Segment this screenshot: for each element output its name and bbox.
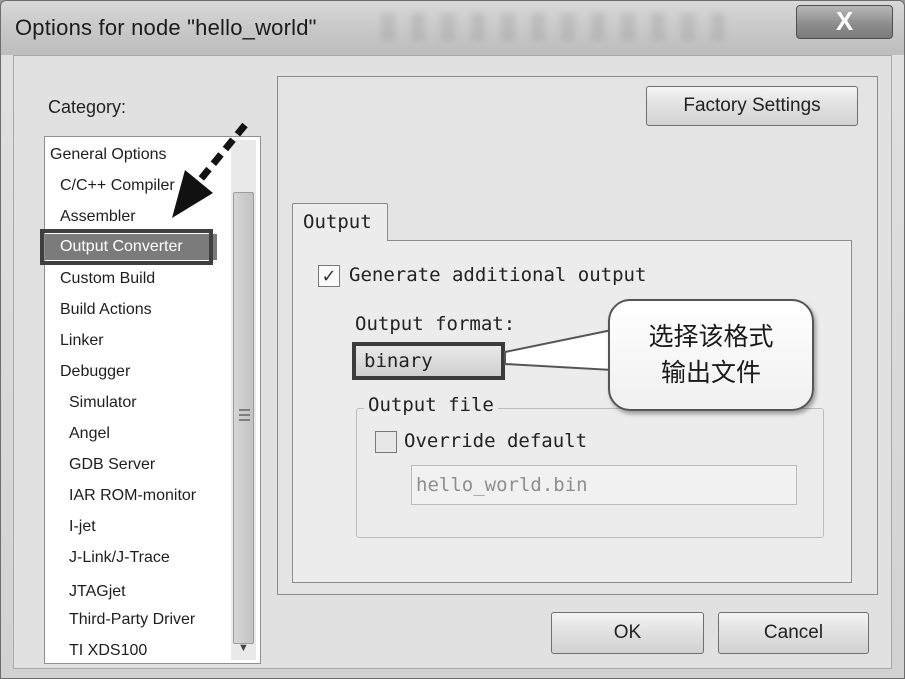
- list-item[interactable]: General Options: [50, 142, 167, 168]
- title-bar: Options for node "hello_world" X: [1, 1, 904, 55]
- scroll-down-icon[interactable]: ▼: [231, 640, 256, 656]
- list-item[interactable]: Custom Build: [60, 266, 155, 292]
- list-item[interactable]: IAR ROM-monitor: [69, 483, 196, 509]
- title-bar-background-blur: [381, 13, 741, 41]
- list-item[interactable]: Linker: [60, 328, 104, 354]
- list-item[interactable]: Debugger: [60, 359, 130, 385]
- category-scrollbar[interactable]: ▼: [231, 140, 256, 660]
- list-item[interactable]: Third-Party Driver: [69, 607, 195, 633]
- close-icon: X: [835, 6, 854, 36]
- list-item[interactable]: GDB Server: [69, 452, 155, 478]
- list-item-selected[interactable]: Output Converter: [45, 234, 217, 260]
- list-item[interactable]: TI XDS100: [69, 638, 147, 663]
- callout-line-2: 输出文件: [660, 358, 761, 387]
- list-item[interactable]: I-jet: [69, 514, 96, 540]
- generate-output-label: Generate additional output: [349, 264, 647, 286]
- list-item[interactable]: J-Link/J-Trace: [69, 545, 170, 571]
- list-item[interactable]: JTAGjet: [69, 579, 126, 605]
- callout-line-1: 选择该格式: [648, 322, 774, 351]
- cancel-button[interactable]: Cancel: [718, 612, 869, 654]
- output-file-input[interactable]: hello_world.bin: [411, 465, 797, 505]
- category-label: Category:: [48, 97, 127, 117]
- grip-icon: [239, 409, 250, 421]
- list-item[interactable]: C/C++ Compiler: [60, 173, 175, 199]
- list-item[interactable]: Angel: [69, 421, 110, 447]
- list-item[interactable]: Assembler: [60, 204, 136, 230]
- tab-output[interactable]: Output: [292, 203, 388, 241]
- list-item[interactable]: Build Actions: [60, 297, 152, 323]
- generate-output-checkbox[interactable]: ✓: [318, 265, 340, 287]
- factory-settings-button[interactable]: Factory Settings: [646, 86, 858, 126]
- override-default-checkbox[interactable]: [375, 431, 397, 453]
- check-icon: ✓: [321, 266, 337, 286]
- ok-button[interactable]: OK: [551, 612, 704, 654]
- scroll-thumb[interactable]: [233, 192, 254, 644]
- close-button[interactable]: X: [796, 5, 893, 39]
- output-format-select[interactable]: binary: [352, 342, 505, 380]
- dialog-title: Options for node "hello_world": [15, 15, 317, 40]
- callout-bubble: 选择该格式 输出文件: [608, 299, 814, 411]
- category-list[interactable]: General Options C/C++ Compiler Assembler…: [44, 136, 261, 664]
- output-format-label: Output format:: [355, 313, 516, 335]
- output-file-group-title: Output file: [364, 394, 498, 416]
- override-default-label: Override default: [404, 430, 588, 452]
- list-item[interactable]: Simulator: [69, 390, 137, 416]
